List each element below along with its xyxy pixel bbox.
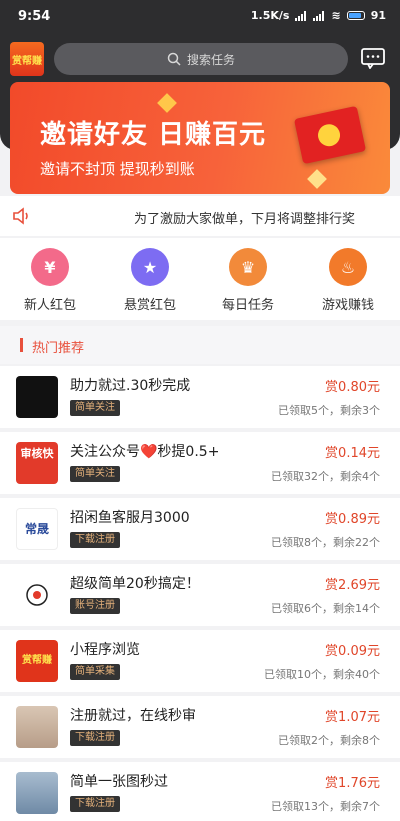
ball-icon	[26, 584, 48, 606]
task-title: 关注公众号❤️秒提0.5+	[70, 444, 220, 460]
search-placeholder: 搜索任务	[186, 52, 235, 67]
task-thumbnail: 审核快	[16, 442, 58, 484]
task-title: 招闲鱼客服月3000	[70, 510, 190, 526]
task-tag: 下载注册	[70, 730, 120, 746]
task-title: 超级简单20秒搞定！	[70, 576, 200, 592]
task-price: 赏2.69元	[325, 578, 380, 593]
task-row[interactable]: 审核快 关注公众号❤️秒提0.5+ 简单关注 赏0.14元 已领取32个，剩余4…	[0, 432, 400, 494]
task-title: 注册就过，在线秒审	[70, 708, 196, 724]
task-stat: 已领取8个，剩余22个	[271, 536, 380, 549]
task-price: 赏0.89元	[325, 512, 380, 527]
section-header-hot: 热门推荐	[0, 326, 400, 364]
signal-icon	[295, 10, 307, 21]
wifi-icon: ≋	[331, 9, 341, 22]
money-bag-icon: ¥	[31, 248, 69, 286]
task-row[interactable]: 赏帮赚 小程序浏览 简单采集 赏0.09元 已领取10个，剩余40个	[0, 630, 400, 692]
category-label: 悬赏红包	[123, 298, 176, 313]
category-new-user-redpacket[interactable]: ¥ 新人红包	[10, 248, 90, 313]
task-row[interactable]: 助力就过.30秒完成 简单关注 赏0.80元 已领取5个，剩余3个	[0, 366, 400, 428]
task-row[interactable]: 常晟 招闲鱼客服月3000 下载注册 赏0.89元 已领取8个，剩余22个	[0, 498, 400, 560]
task-tag: 下载注册	[70, 532, 120, 548]
status-bar: 9:54 1.5K/s ≋ 91	[0, 0, 400, 32]
battery-icon	[346, 11, 365, 20]
task-stat: 已领取13个，剩余7个	[271, 800, 380, 813]
category-row: ¥ 新人红包 ★ 悬赏红包 ♛ 每日任务 ♨ 游戏赚钱	[0, 238, 400, 320]
status-time: 9:54	[18, 9, 51, 24]
status-right: 1.5K/s ≋ 91	[251, 9, 386, 22]
task-row[interactable]: 简单一张图秒过 下载注册 赏1.76元 已领取13个，剩余7个	[0, 762, 400, 815]
banner-decoration	[307, 169, 327, 189]
message-icon[interactable]	[360, 47, 386, 69]
banner-title: 邀请好友 日赚百元	[40, 120, 267, 150]
notice-bar[interactable]: 为了激励大家做单，下月将调整排行奖	[0, 196, 400, 236]
task-tag: 下载注册	[70, 796, 120, 812]
signal-icon	[313, 10, 325, 21]
task-tag: 简单采集	[70, 664, 120, 680]
notice-text: 为了激励大家做单，下月将调整排行奖	[134, 212, 356, 227]
red-envelope-icon	[293, 105, 367, 165]
task-price: 赏1.07元	[325, 710, 380, 725]
task-row[interactable]: 超级简单20秒搞定！ 账号注册 赏2.69元 已领取6个，剩余14个	[0, 564, 400, 626]
task-price: 赏0.14元	[325, 446, 380, 461]
category-label: 每日任务	[221, 298, 274, 313]
task-thumbnail	[16, 574, 58, 616]
task-thumbnail: 赏帮赚	[16, 640, 58, 682]
search-bar[interactable]: 搜索任务	[54, 43, 348, 75]
task-stat: 已领取10个，剩余40个	[264, 668, 380, 681]
invite-banner[interactable]: 邀请好友 日赚百元 邀请不封顶 提现秒到账	[10, 82, 390, 194]
flame-icon: ♨	[329, 248, 367, 286]
task-price: 赏0.09元	[325, 644, 380, 659]
category-label: 新人红包	[23, 298, 76, 313]
battery-level: 91	[370, 9, 386, 22]
task-title: 助力就过.30秒完成	[70, 378, 191, 394]
section-title: 热门推荐	[32, 341, 85, 356]
task-price: 赏0.80元	[325, 380, 380, 395]
task-thumbnail: 常晟	[16, 508, 58, 550]
app-logo[interactable]: 赏帮赚	[10, 42, 44, 76]
task-tag: 简单关注	[70, 400, 120, 416]
task-row[interactable]: 注册就过，在线秒审 下载注册 赏1.07元 已领取2个，剩余8个	[0, 696, 400, 758]
task-stat: 已领取6个，剩余14个	[271, 602, 380, 615]
task-tag: 简单关注	[70, 466, 120, 482]
task-stat: 已领取5个，剩余3个	[278, 404, 380, 417]
star-icon: ★	[131, 248, 169, 286]
speaker-icon	[13, 207, 28, 225]
banner-subtitle: 邀请不封顶 提现秒到账	[40, 160, 195, 178]
category-daily-task[interactable]: ♛ 每日任务	[208, 248, 288, 313]
search-icon	[167, 52, 181, 66]
section-accent-bar	[20, 338, 23, 352]
category-game-earn[interactable]: ♨ 游戏赚钱	[308, 248, 388, 313]
network-speed: 1.5K/s	[250, 9, 290, 22]
task-title: 简单一张图秒过	[70, 774, 168, 790]
task-title: 小程序浏览	[70, 642, 140, 658]
task-thumbnail	[16, 376, 58, 418]
task-tag: 账号注册	[70, 598, 120, 614]
task-thumbnail	[16, 772, 58, 814]
crown-icon: ♛	[229, 248, 267, 286]
banner-decoration	[157, 93, 177, 113]
bottom-edge	[0, 815, 400, 821]
category-label: 游戏赚钱	[321, 298, 374, 313]
task-thumbnail	[16, 706, 58, 748]
task-stat: 已领取32个，剩余4个	[271, 470, 380, 483]
task-price: 赏1.76元	[325, 776, 380, 791]
task-stat: 已领取2个，剩余8个	[278, 734, 380, 747]
logo-text: 赏帮赚	[12, 55, 42, 67]
category-reward-redpacket[interactable]: ★ 悬赏红包	[110, 248, 190, 313]
